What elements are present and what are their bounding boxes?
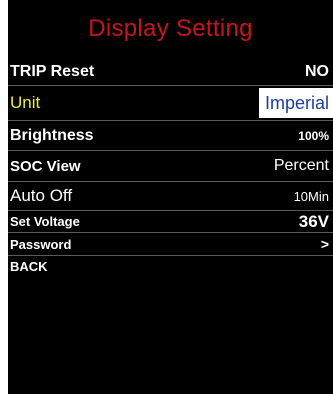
display-screen: Display Setting TRIP Reset NO Unit Imper… bbox=[8, 0, 333, 394]
menu-item-label: Auto Off bbox=[10, 186, 73, 205]
menu-item-label: Unit bbox=[10, 93, 41, 112]
chevron-right-icon: > bbox=[320, 236, 329, 252]
screen-title: Display Setting bbox=[88, 14, 253, 42]
menu-item-value: NO bbox=[305, 62, 329, 80]
menu-item-value-selected: Imperial bbox=[258, 88, 333, 118]
menu-item-unit[interactable]: Unit Imperial bbox=[8, 86, 333, 120]
menu-item-value: Percent bbox=[273, 157, 329, 174]
menu-item-label: Password bbox=[10, 236, 72, 252]
menu-item-value: 10Min bbox=[293, 188, 329, 204]
menu-item-label: SOC View bbox=[10, 157, 81, 175]
menu-item-label: Set Voltage bbox=[10, 214, 80, 229]
menu-item-label: BACK bbox=[10, 259, 48, 274]
menu-item-set-voltage[interactable]: Set Voltage 36V bbox=[8, 211, 333, 232]
menu-item-value: 36V bbox=[298, 211, 329, 231]
menu-item-label: Brightness bbox=[10, 126, 94, 144]
menu-item-soc-view[interactable]: SOC View Percent bbox=[8, 151, 333, 181]
menu-item-trip-reset[interactable]: TRIP Reset NO bbox=[8, 58, 333, 85]
menu-item-brightness[interactable]: Brightness 100% bbox=[8, 121, 333, 150]
menu-item-value: 100% bbox=[298, 128, 329, 143]
menu-item-auto-off[interactable]: Auto Off 10Min bbox=[8, 182, 333, 210]
menu-item-label: TRIP Reset bbox=[10, 62, 95, 80]
menu-item-password[interactable]: Password > bbox=[8, 233, 333, 255]
menu-item-back[interactable]: BACK bbox=[8, 256, 333, 277]
